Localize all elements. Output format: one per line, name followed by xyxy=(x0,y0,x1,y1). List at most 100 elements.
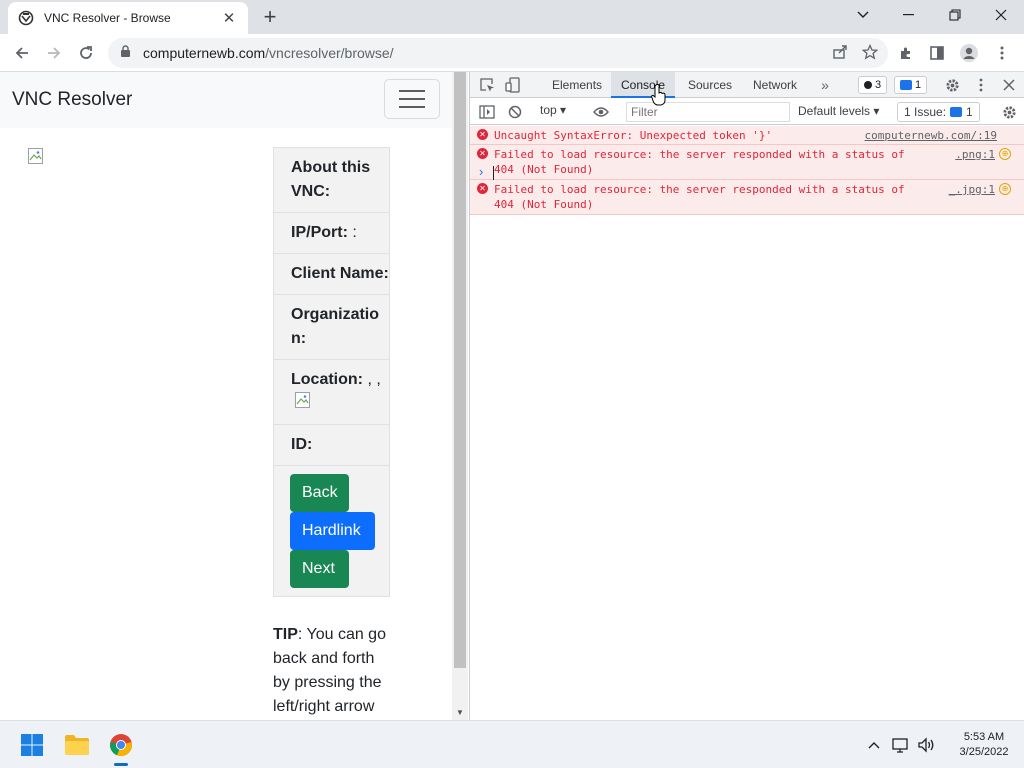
close-devtools-icon[interactable] xyxy=(1000,76,1018,94)
console-error-message: ✕ Uncaught SyntaxError: Unexpected token… xyxy=(470,126,1024,145)
restore-button[interactable] xyxy=(932,0,978,30)
windows-start-icon[interactable] xyxy=(16,729,48,761)
reload-button[interactable] xyxy=(72,39,100,67)
issues-button[interactable]: 1 Issue: 1 xyxy=(897,102,980,122)
message-count: 1 xyxy=(915,79,922,91)
site-favicon-icon xyxy=(18,10,34,26)
scroll-down-arrow-icon[interactable]: ▼ xyxy=(456,708,464,717)
info-label: Location: xyxy=(291,371,363,388)
live-expression-eye-icon[interactable] xyxy=(592,103,610,121)
levels-value: Default levels xyxy=(798,104,871,118)
network-icon[interactable] xyxy=(891,735,911,755)
issues-label: 1 Issue: xyxy=(904,105,947,119)
clock-time: 5:53 AM xyxy=(963,731,1005,743)
page-scrollbar[interactable]: ▼ xyxy=(452,72,468,720)
tip-text: TIP: You can go back and forth by pressi… xyxy=(273,623,393,719)
info-value: , , xyxy=(363,371,381,388)
navbar-toggle-button[interactable] xyxy=(384,79,440,119)
client-name-row: Client Name: xyxy=(274,254,389,295)
side-panel-icon[interactable] xyxy=(923,39,951,67)
console-settings-icon[interactable] xyxy=(1000,103,1018,121)
error-count-badge[interactable]: 3 xyxy=(858,76,888,94)
context-value: top xyxy=(540,103,557,117)
volume-icon[interactable] xyxy=(916,735,936,755)
more-tabs-icon[interactable]: » xyxy=(816,76,834,94)
devtools-tab-bar: Elements Console Sources Network » 3 1 xyxy=(470,72,1024,98)
network-request-icon[interactable]: ⊕ xyxy=(999,148,1011,160)
tray-overflow-chevron-icon[interactable] xyxy=(864,735,884,755)
issues-count: 1 xyxy=(966,105,973,119)
organization-row: Organization: xyxy=(274,295,389,360)
devtools-settings-icon[interactable] xyxy=(943,76,961,94)
error-source-link[interactable]: computernewb.com/:19 xyxy=(860,128,997,143)
url-path: /vncresolver/browse/ xyxy=(265,45,394,61)
system-clock[interactable]: 5:53 AM 3/25/2022 xyxy=(944,730,1024,760)
active-app-indicator xyxy=(114,763,128,766)
info-label: About this VNC: xyxy=(291,159,371,200)
clock-date: 3/25/2022 xyxy=(959,746,1009,758)
windows-taskbar: 5:53 AM 3/25/2022 xyxy=(0,720,1024,768)
share-icon[interactable] xyxy=(832,44,848,63)
next-button[interactable]: Next xyxy=(290,550,349,589)
chrome-icon[interactable] xyxy=(105,729,137,761)
title-bar: VNC Resolver - Browse ✕ + xyxy=(0,0,1024,34)
tab-sources[interactable]: Sources xyxy=(678,72,742,98)
new-tab-button[interactable]: + xyxy=(258,4,282,29)
site-brand[interactable]: VNC Resolver xyxy=(12,89,132,111)
log-levels-select[interactable]: Default levels ▾ xyxy=(798,104,879,118)
info-value: : xyxy=(347,224,357,241)
prompt-chevron-icon: › xyxy=(479,164,484,179)
browser-tab[interactable]: VNC Resolver - Browse ✕ xyxy=(8,2,248,34)
ip-port-row: IP/Port: : xyxy=(274,213,389,254)
console-prompt[interactable]: › xyxy=(470,162,1024,184)
flag-broken-image-icon xyxy=(295,392,311,416)
hardlink-button[interactable]: Hardlink xyxy=(290,512,375,551)
scrollbar-thumb[interactable] xyxy=(454,72,466,668)
error-x-icon: ✕ xyxy=(477,129,488,140)
tip-label: TIP xyxy=(273,626,298,643)
close-window-button[interactable] xyxy=(978,0,1024,30)
error-text: Uncaught SyntaxError: Unexpected token '… xyxy=(494,129,773,142)
error-x-icon: ✕ xyxy=(477,148,488,159)
web-page: VNC Resolver About this VNC: IP/Port: : … xyxy=(0,72,452,720)
chevron-down-icon: ▾ xyxy=(873,104,880,118)
extensions-icon[interactable] xyxy=(892,39,920,67)
devtools-menu-icon[interactable] xyxy=(972,76,990,94)
back-button[interactable]: Back xyxy=(290,474,349,513)
message-count-badge[interactable]: 1 xyxy=(894,76,928,94)
url-text: computernewb.com/vncresolver/browse/ xyxy=(143,45,394,61)
clear-console-icon[interactable] xyxy=(506,103,524,121)
tab-network[interactable]: Network xyxy=(743,72,807,98)
info-label: Client Name: xyxy=(291,265,389,282)
inspect-element-icon[interactable] xyxy=(478,76,496,94)
browser-toolbar: computernewb.com/vncresolver/browse/ xyxy=(0,34,1024,72)
url-host: computernewb.com xyxy=(143,45,266,61)
text-caret xyxy=(493,166,494,180)
close-tab-icon[interactable]: ✕ xyxy=(220,9,238,27)
message-icon xyxy=(900,80,912,90)
forward-nav-button[interactable] xyxy=(40,39,68,67)
error-source-link[interactable]: .png:1 xyxy=(951,147,995,162)
network-request-icon[interactable]: ⊕ xyxy=(999,183,1011,195)
bookmark-star-icon[interactable] xyxy=(861,43,879,63)
back-nav-button[interactable] xyxy=(8,39,36,67)
issue-message-icon xyxy=(950,107,963,117)
lock-icon[interactable] xyxy=(120,45,131,61)
browser-menu-icon[interactable] xyxy=(988,39,1016,67)
tab-elements[interactable]: Elements xyxy=(542,72,612,98)
tab-search-icon[interactable] xyxy=(840,0,886,30)
error-x-icon: ✕ xyxy=(477,183,488,194)
console-error-message: ✕ Failed to load resource: the server re… xyxy=(470,180,1024,215)
profile-avatar-icon[interactable] xyxy=(955,39,983,67)
info-label: ID: xyxy=(291,436,313,454)
navigation-buttons: Back Hardlink Next xyxy=(274,466,389,596)
sidebar-toggle-icon[interactable] xyxy=(478,103,496,121)
tab-title: VNC Resolver - Browse xyxy=(44,11,171,25)
error-text: Failed to load resource: the server resp… xyxy=(494,183,905,211)
minimize-button[interactable] xyxy=(886,0,932,30)
device-toolbar-icon[interactable] xyxy=(504,76,522,94)
file-explorer-icon[interactable] xyxy=(61,729,93,761)
error-source-link[interactable]: _.jpg:1 xyxy=(944,182,995,197)
context-select[interactable]: top ▾ xyxy=(540,103,566,117)
address-bar[interactable]: computernewb.com/vncresolver/browse/ xyxy=(108,38,888,68)
